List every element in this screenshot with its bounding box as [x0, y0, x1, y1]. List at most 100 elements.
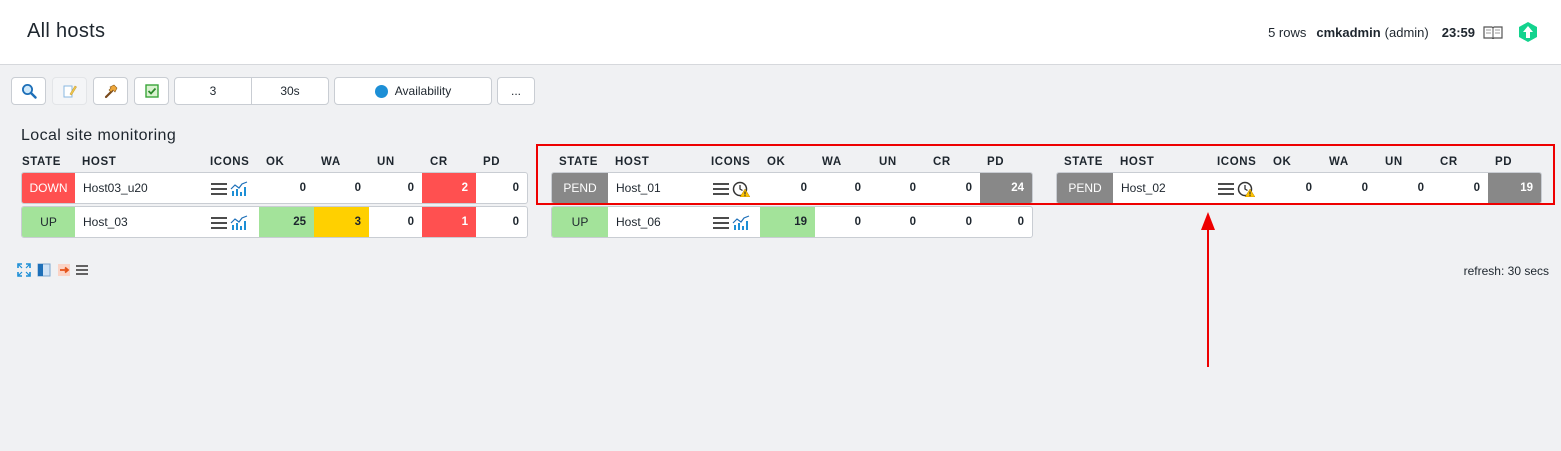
menu-icon[interactable]	[712, 215, 730, 231]
col-un[interactable]: UN	[879, 156, 897, 168]
col-cr[interactable]: CR	[430, 156, 448, 168]
menu-icon[interactable]	[712, 181, 730, 197]
count-wa[interactable]: 0	[815, 207, 869, 237]
col-icons[interactable]: ICONS	[1217, 156, 1256, 168]
col-wa[interactable]: WA	[321, 156, 341, 168]
host-name-link[interactable]: Host_02	[1113, 173, 1209, 203]
host-name-link[interactable]: Host_03	[75, 207, 202, 237]
host-name-link[interactable]: Host_06	[608, 207, 704, 237]
count-cr[interactable]: 0	[1432, 173, 1488, 203]
col-host[interactable]: HOST	[82, 156, 116, 168]
col-wa[interactable]: WA	[822, 156, 842, 168]
count-wa[interactable]: 0	[314, 173, 369, 203]
menu-icon[interactable]	[210, 215, 228, 231]
count-cr[interactable]: 0	[924, 207, 980, 237]
count-un[interactable]: 0	[1376, 173, 1432, 203]
host-row: UP Host_06 19 0 0 0 0	[551, 206, 1033, 238]
host-name-link[interactable]: Host_01	[608, 173, 704, 203]
host-state: UP	[22, 207, 75, 237]
hammer-icon	[104, 84, 117, 99]
annotation-arrow	[1201, 212, 1215, 367]
col-host[interactable]: HOST	[1120, 156, 1154, 168]
col-cr[interactable]: CR	[1440, 156, 1458, 168]
sidebar-toggle-icon[interactable]	[37, 263, 51, 277]
count-cr[interactable]: 0	[924, 173, 980, 203]
more-button[interactable]: ...	[497, 77, 535, 105]
count-wa[interactable]: 0	[815, 173, 869, 203]
col-state[interactable]: STATE	[559, 156, 598, 168]
col-un[interactable]: UN	[377, 156, 395, 168]
col-ok[interactable]: OK	[767, 156, 785, 168]
col-state[interactable]: STATE	[1064, 156, 1103, 168]
checkbox-icon	[144, 84, 159, 98]
search-button[interactable]	[11, 77, 46, 105]
more-label: ...	[510, 84, 521, 98]
page-title: All hosts	[27, 20, 106, 42]
host-state: PEND	[552, 173, 608, 203]
count-wa[interactable]: 3	[314, 207, 369, 237]
col-icons[interactable]: ICONS	[711, 156, 750, 168]
col-wa[interactable]: WA	[1329, 156, 1349, 168]
fullscreen-icon[interactable]	[17, 263, 31, 277]
host-state: UP	[552, 207, 608, 237]
edit-icon	[63, 85, 77, 98]
host-row: DOWN Host03_u20 0 0 0 2 0	[21, 172, 528, 204]
count-ok[interactable]: 0	[259, 173, 314, 203]
count-wa[interactable]: 0	[1320, 173, 1376, 203]
col-un[interactable]: UN	[1385, 156, 1403, 168]
count-un[interactable]: 0	[869, 173, 924, 203]
count-ok[interactable]: 19	[760, 207, 815, 237]
count-pd[interactable]: 0	[476, 207, 527, 237]
col-state[interactable]: STATE	[22, 156, 61, 168]
columns-selector[interactable]: 3	[175, 78, 251, 104]
col-pd[interactable]: PD	[1495, 156, 1512, 168]
export-icon[interactable]	[57, 263, 71, 277]
menu-icon[interactable]	[1217, 181, 1235, 197]
host-name-link[interactable]: Host03_u20	[75, 173, 202, 203]
count-un[interactable]: 0	[869, 207, 924, 237]
refresh-interval-selector[interactable]: 30s	[251, 78, 328, 104]
refresh-status: refresh: 30 secs	[1463, 264, 1549, 278]
graph-icon[interactable]	[230, 181, 248, 197]
col-cr[interactable]: CR	[933, 156, 951, 168]
checkmk-logo-icon[interactable]	[1517, 21, 1539, 43]
count-pd[interactable]: 0	[980, 207, 1032, 237]
search-icon	[21, 84, 37, 99]
menu-icon[interactable]	[210, 181, 228, 197]
count-un[interactable]: 0	[369, 207, 422, 237]
host-state: PEND	[1057, 173, 1113, 203]
count-pd[interactable]: 24	[980, 173, 1032, 203]
host-row: PEND Host_02 0 0 0 0 19	[1056, 172, 1542, 204]
list-icon[interactable]	[75, 263, 89, 277]
pending-clock-icon[interactable]	[1237, 181, 1256, 198]
count-cr[interactable]: 2	[422, 173, 476, 203]
count-un[interactable]: 0	[369, 173, 422, 203]
pending-clock-icon[interactable]	[732, 181, 751, 198]
col-icons[interactable]: ICONS	[210, 156, 249, 168]
count-ok[interactable]: 0	[760, 173, 815, 203]
graph-icon[interactable]	[732, 215, 750, 231]
col-ok[interactable]: OK	[1273, 156, 1291, 168]
username[interactable]: cmkadmin	[1316, 25, 1380, 40]
count-pd[interactable]: 0	[476, 173, 527, 203]
graph-icon[interactable]	[230, 215, 248, 231]
commands-button[interactable]	[93, 77, 128, 105]
col-ok[interactable]: OK	[266, 156, 284, 168]
count-ok[interactable]: 25	[259, 207, 314, 237]
col-pd[interactable]: PD	[987, 156, 1004, 168]
host-row: PEND Host_01 0 0 0 0 24	[551, 172, 1033, 204]
availability-icon	[374, 84, 388, 98]
col-host[interactable]: HOST	[615, 156, 649, 168]
count-ok[interactable]: 0	[1265, 173, 1320, 203]
edit-view-button[interactable]	[52, 77, 87, 105]
availability-label: Availability	[394, 84, 452, 98]
page-header: All hosts 5 rows cmkadmin (admin) 23:59	[0, 0, 1561, 65]
availability-button[interactable]: Availability	[334, 77, 492, 105]
count-cr[interactable]: 1	[422, 207, 476, 237]
col-pd[interactable]: PD	[483, 156, 500, 168]
select-all-button[interactable]	[134, 77, 169, 105]
header-status: 5 rows cmkadmin (admin) 23:59	[1268, 18, 1539, 46]
host-row: UP Host_03 25 3 0 1 0	[21, 206, 528, 238]
count-pd[interactable]: 19	[1488, 173, 1541, 203]
book-icon[interactable]	[1483, 25, 1503, 40]
